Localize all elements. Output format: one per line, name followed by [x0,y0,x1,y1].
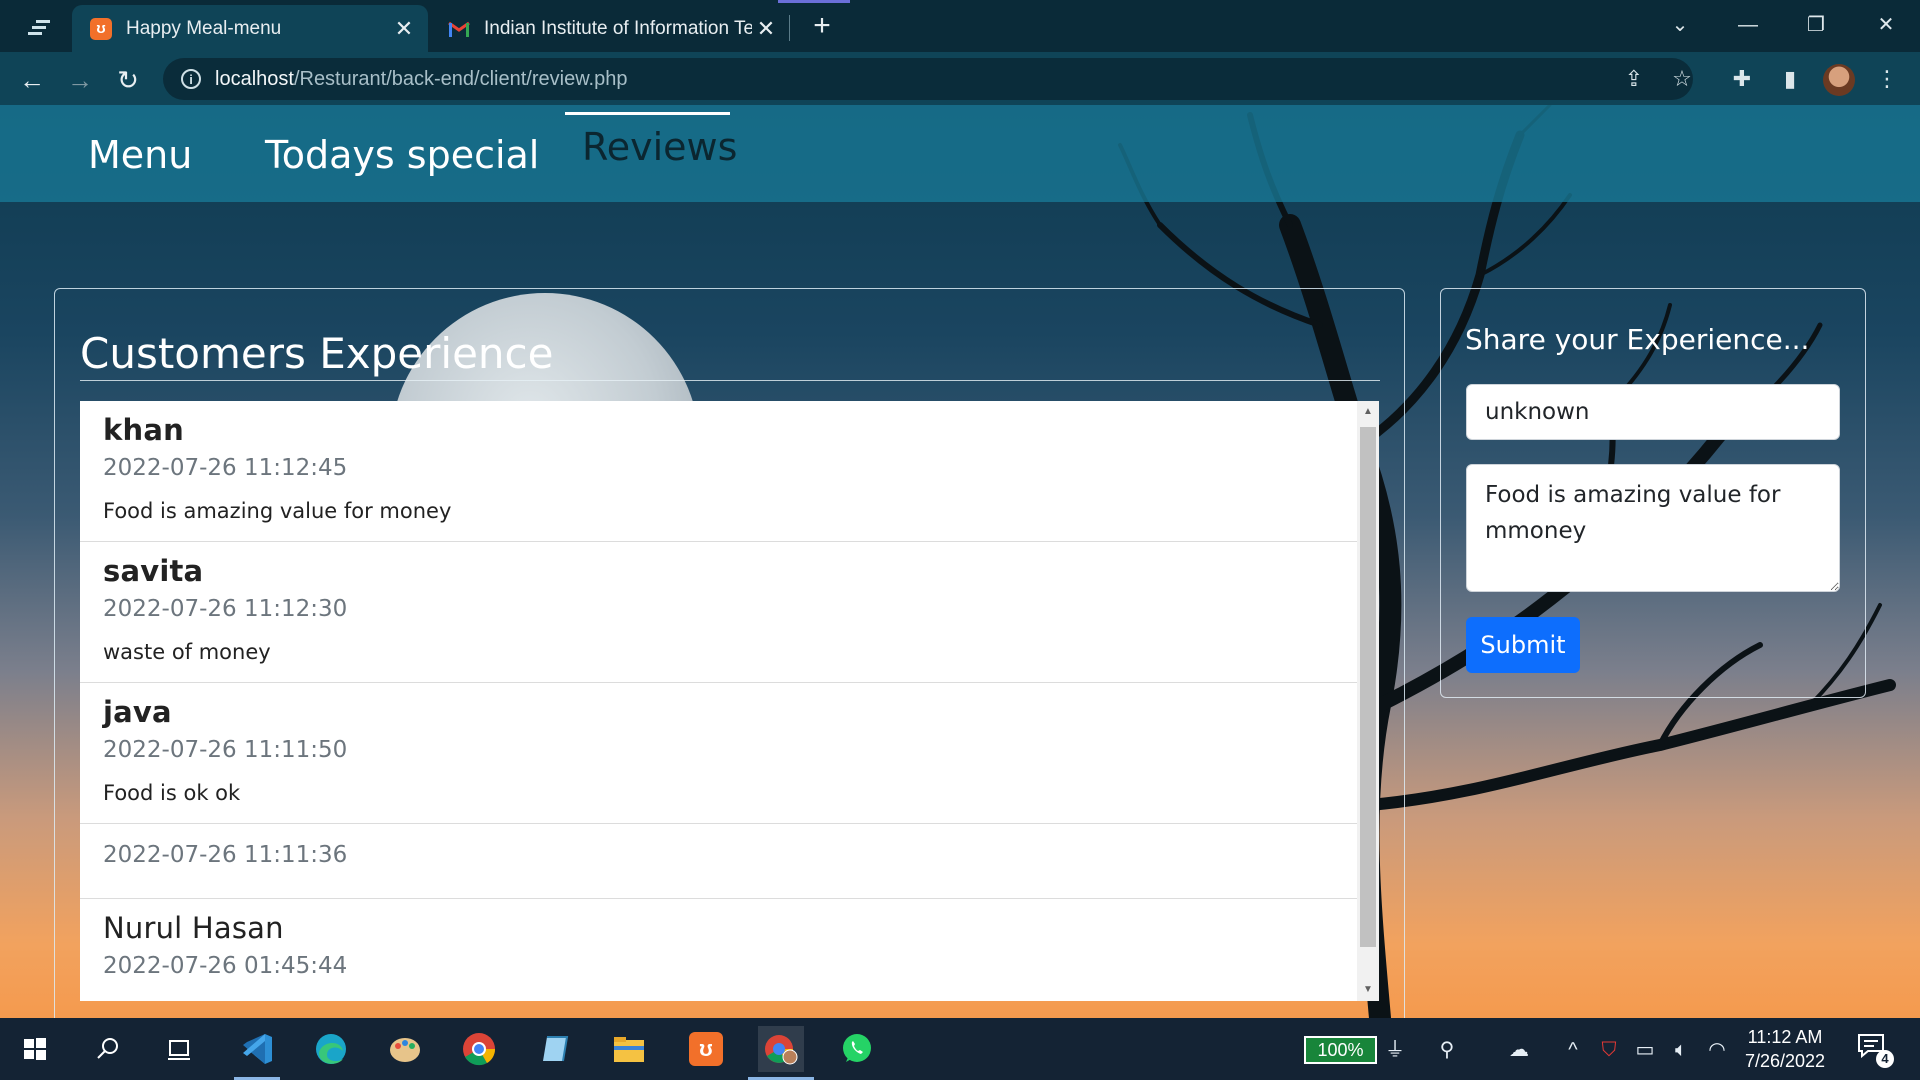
chevron-up-icon[interactable]: ^ [1558,1036,1588,1064]
avatar[interactable] [1823,64,1855,96]
divider [80,380,1380,381]
list-item: Nurul Hasan 2022-07-26 01:45:44 [80,899,1379,1001]
review-date: 2022-07-26 11:11:36 [103,842,348,868]
weather-icon[interactable]: ☁ [1504,1036,1534,1064]
file-explorer-icon[interactable] [606,1026,652,1072]
whatsapp-icon[interactable] [834,1026,880,1072]
reviewer-name: java [103,695,172,729]
section-title: Customers Experience [80,329,554,378]
mcafee-shield-icon[interactable]: ⛉ [1594,1036,1624,1064]
close-icon[interactable]: ✕ [752,15,780,43]
list-item: savita 2022-07-26 11:12:30 waste of mone… [80,542,1379,683]
name-input[interactable] [1466,384,1840,440]
list-item: khan 2022-07-26 11:12:45 Food is amazing… [80,401,1379,542]
review-message: Food is ok ok [103,781,241,805]
clock-time: 11:12 AM [1747,1027,1823,1047]
scroll-up-arrow-icon[interactable]: ▲ [1357,401,1379,423]
taskbar-clock[interactable]: 11:12 AM 7/26/2022 [1742,1025,1828,1073]
paint-icon[interactable] [382,1026,428,1072]
review-message: waste of money [103,640,271,664]
vscode-icon[interactable] [234,1026,280,1072]
minimize-icon[interactable]: — [1728,10,1768,40]
tab-loading-indicator [778,0,850,3]
info-icon[interactable]: i [181,69,201,89]
share-icon[interactable]: ⇪ [1621,66,1647,92]
nav-link-menu[interactable]: Menu [88,133,192,177]
window-close-icon[interactable]: ✕ [1866,10,1906,40]
clock-date: 7/26/2022 [1744,1051,1826,1071]
search-icon[interactable] [85,1026,131,1072]
chrome-profile-icon[interactable] [758,1026,804,1072]
active-nav-indicator [565,112,730,115]
tab-title: Indian Institute of Information Te [484,17,752,39]
tab-happy-meal[interactable]: ʊ Happy Meal-menu ✕ [72,5,428,52]
review-date: 2022-07-26 11:12:45 [103,455,348,481]
review-message: Food is amazing value for money [103,499,452,523]
star-icon[interactable]: ☆ [1669,66,1695,92]
more-menu-icon[interactable]: ⋮ [1874,66,1900,92]
wifi-icon[interactable]: ◠ [1702,1036,1732,1064]
review-textarea[interactable]: Food is amazing value for mmoney [1466,464,1840,592]
extensions-puzzle-icon[interactable]: ✚ [1729,66,1755,92]
notification-center-icon[interactable]: 4 [1856,1032,1896,1068]
task-view-icon[interactable] [156,1026,202,1072]
nav-link-reviews[interactable]: Reviews [582,125,737,169]
list-item: java 2022-07-26 11:11:50 Food is ok ok [80,683,1379,824]
address-bar[interactable]: i localhost /Resturant/back-end/client/r… [163,58,1693,100]
xampp-icon: ʊ [90,17,112,40]
people-icon[interactable]: ⚲ [1432,1036,1462,1064]
site-navbar: Menu Todays special Reviews [0,105,1920,202]
share-experience-card: Share your Experience... Food is amazing… [1440,288,1866,698]
tab-list-chevron-icon[interactable]: ⌄ [1660,10,1700,40]
new-tab-icon[interactable]: + [806,10,838,42]
tab-search-icon[interactable] [22,14,64,40]
url-host: localhost [215,67,294,90]
notes-app-icon[interactable] [532,1026,578,1072]
review-date: 2022-07-26 11:12:30 [103,596,348,622]
xampp-icon[interactable]: ʊ [683,1026,729,1072]
tab-divider [789,15,790,41]
nav-link-todays-special[interactable]: Todays special [265,133,539,177]
power-plug-icon[interactable]: ⏚ [1380,1036,1410,1064]
close-icon[interactable]: ✕ [390,15,418,43]
reviewer-name: khan [103,413,184,447]
submit-button[interactable]: Submit [1466,617,1580,673]
review-date: 2022-07-26 11:11:50 [103,737,348,763]
windows-start-icon[interactable] [12,1026,58,1072]
reviewer-name: savita [103,554,204,588]
list-item: 2022-07-26 11:11:36 [80,824,1379,899]
battery-icon[interactable]: ▭ [1630,1036,1660,1064]
review-date: 2022-07-26 01:45:44 [103,953,348,979]
reload-icon[interactable]: ↻ [112,64,144,96]
side-panel-icon[interactable]: ▮ [1777,66,1803,92]
form-title: Share your Experience... [1465,323,1810,356]
notification-count-badge: 4 [1876,1050,1894,1068]
back-arrow-icon[interactable]: ← [16,64,48,96]
url-path: /Resturant/back-end/client/review.php [293,67,628,90]
chrome-icon[interactable] [456,1026,502,1072]
forward-arrow-icon[interactable]: → [64,64,96,96]
review-list[interactable]: khan 2022-07-26 11:12:45 Food is amazing… [80,401,1379,1001]
gmail-icon [448,18,470,40]
tab-title: Happy Meal-menu [126,17,282,39]
browser-toolbar: ← → ↻ i localhost /Resturant/back-end/cl… [0,52,1920,105]
reviewer-name: Nurul Hasan [103,911,284,945]
windows-taskbar: ʊ 100% ⏚ ⚲ ☁ ^ ⛉ ▭ 🔈︎ ◠ 11:12 AM 7/26/20… [0,1018,1920,1080]
browser-tab-strip: ʊ Happy Meal-menu ✕ Indian Institute of … [0,0,1920,52]
edge-icon[interactable] [308,1026,354,1072]
restore-icon[interactable]: ❐ [1796,10,1836,40]
scrollbar[interactable]: ▲ ▼ [1357,401,1379,1001]
scrollbar-thumb[interactable] [1360,427,1376,947]
scroll-down-arrow-icon[interactable]: ▼ [1357,979,1379,1001]
battery-percent-badge[interactable]: 100% [1304,1036,1377,1064]
tab-gmail[interactable]: Indian Institute of Information Te ✕ [430,5,790,52]
volume-icon[interactable]: 🔈︎ [1666,1036,1696,1064]
